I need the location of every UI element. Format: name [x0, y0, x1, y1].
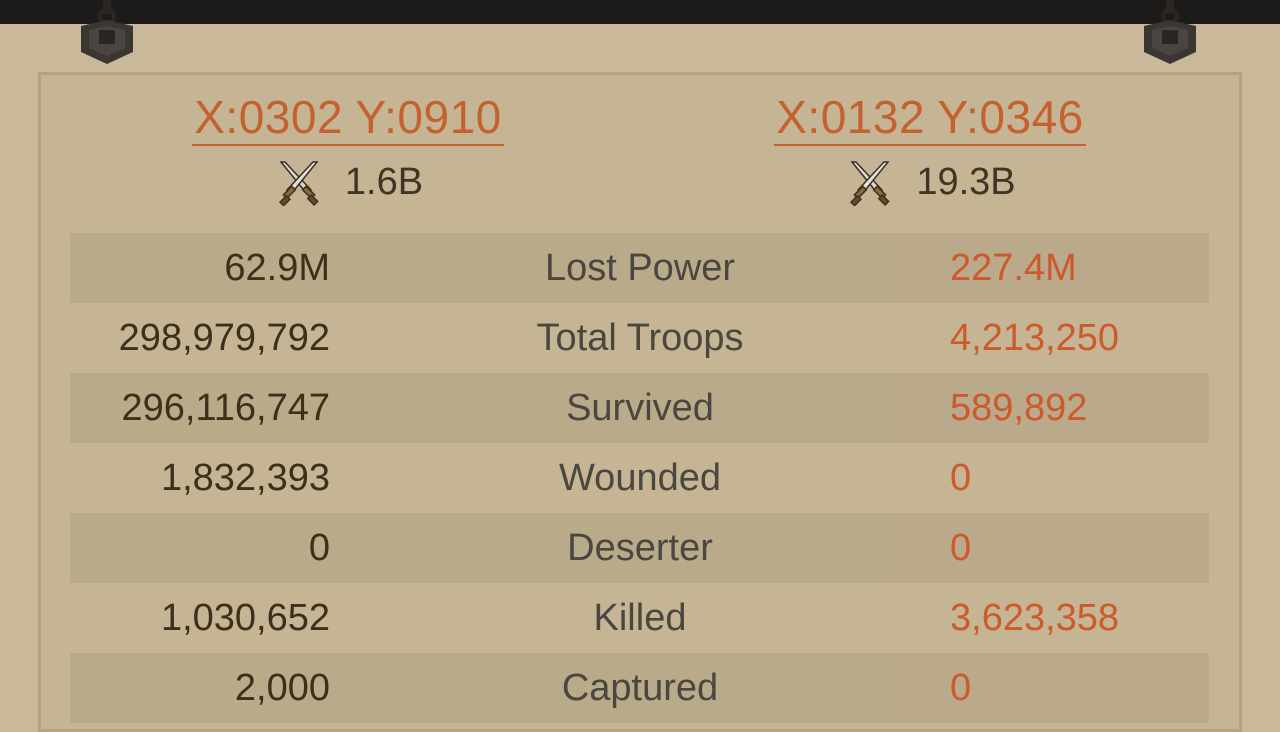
attacker-header: X:0302 Y:0910 1.6B [138, 92, 558, 206]
stat-label: Lost Power [544, 246, 736, 289]
stat-row-deserter: 0 Deserter 0 [70, 513, 1209, 583]
crossed-swords-icon [278, 161, 319, 206]
stat-row-lost-power: 62.9M Lost Power 227.4M [70, 233, 1209, 303]
hanging-hook-icon [81, 0, 133, 64]
battle-stats-table: 62.9M Lost Power 227.4M 298,979,792 Tota… [70, 233, 1209, 723]
defender-value: 0 [950, 456, 972, 499]
stat-row-killed: 1,030,652 Killed 3,623,358 [70, 583, 1209, 653]
attacker-power-value: 1.6B [344, 160, 424, 203]
attacker-value: 2,000 [234, 666, 330, 709]
defender-value: 589,892 [950, 386, 1088, 429]
stat-label: Survived [566, 386, 714, 429]
defender-header: X:0132 Y:0346 19.3B [720, 92, 1140, 206]
attacker-power: 1.6B [138, 158, 558, 206]
defender-power: 19.3B [720, 158, 1140, 206]
stat-row-survived: 296,116,747 Survived 589,892 [70, 373, 1209, 443]
attacker-value: 62.9M [224, 246, 330, 289]
stat-label: Wounded [559, 456, 721, 499]
defender-value: 3,623,358 [950, 596, 1120, 639]
stat-label: Killed [593, 596, 687, 639]
stat-row-total-troops: 298,979,792 Total Troops 4,213,250 [70, 303, 1209, 373]
defender-value: 4,213,250 [950, 316, 1120, 359]
attacker-value: 298,979,792 [118, 316, 330, 359]
defender-value: 0 [950, 526, 972, 569]
defender-coordinates-link[interactable]: X:0132 Y:0346 [774, 92, 1086, 146]
stat-row-wounded: 1,832,393 Wounded 0 [70, 443, 1209, 513]
stat-label: Total Troops [536, 316, 744, 359]
crossed-swords-icon [850, 161, 891, 206]
attacker-value: 1,832,393 [160, 456, 330, 499]
stat-label: Deserter [567, 526, 713, 569]
attacker-value: 1,030,652 [160, 596, 330, 639]
defender-value: 227.4M [950, 246, 1077, 289]
defender-value: 0 [950, 666, 972, 709]
attacker-value: 0 [308, 526, 330, 569]
hanging-hook-icon [1144, 0, 1196, 64]
stat-label: Captured [561, 666, 719, 709]
attacker-coordinates-link[interactable]: X:0302 Y:0910 [192, 92, 504, 146]
top-bar [0, 0, 1280, 24]
defender-power-value: 19.3B [916, 160, 1016, 203]
attacker-value: 296,116,747 [121, 386, 331, 429]
stat-row-captured: 2,000 Captured 0 [70, 653, 1209, 723]
